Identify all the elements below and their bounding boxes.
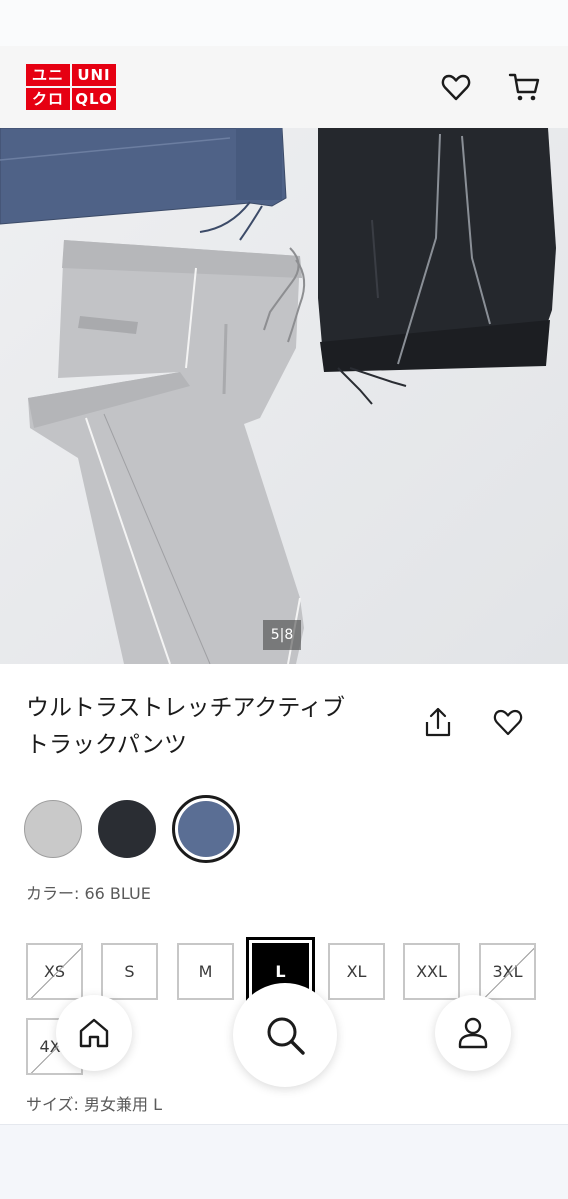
- heart-icon: [493, 709, 523, 736]
- size-option-label: XS: [43, 962, 66, 981]
- share-button[interactable]: [422, 706, 454, 738]
- size-option-label: XL: [346, 962, 367, 981]
- color-label: カラー: 66 BLUE: [26, 884, 151, 903]
- uniqlo-logo[interactable]: ユニ UNI クロ QLO: [26, 64, 116, 110]
- home-icon: [79, 1018, 109, 1048]
- wishlist-button[interactable]: [440, 71, 472, 103]
- color-swatch-black[interactable]: [98, 800, 156, 858]
- bottom-bar: [0, 1124, 568, 1199]
- account-button[interactable]: [435, 995, 511, 1071]
- size-option-xl[interactable]: XL: [328, 943, 385, 1000]
- search-icon: [267, 1017, 305, 1055]
- size-option-m[interactable]: M: [177, 943, 234, 1000]
- size-option-xxl[interactable]: XXL: [403, 943, 460, 1000]
- logo-cell: UNI: [72, 64, 116, 86]
- heart-icon: [441, 74, 471, 101]
- status-bar: [0, 0, 568, 46]
- size-option-label: L: [275, 962, 286, 981]
- logo-cell: ユニ: [26, 64, 70, 86]
- size-option-label: XXL: [416, 962, 447, 981]
- swatch-fill: [178, 801, 234, 857]
- product-title-line1: ウルトラストレッチアクティブ: [26, 695, 346, 721]
- color-swatches: [24, 795, 240, 863]
- size-option-label: S: [124, 962, 135, 981]
- size-option-3xl[interactable]: 3XL: [479, 943, 536, 1000]
- size-option-label: M: [198, 962, 213, 981]
- cart-icon: [508, 73, 540, 101]
- user-icon: [458, 1017, 488, 1049]
- logo-cell: クロ: [26, 88, 70, 110]
- home-button[interactable]: [56, 995, 132, 1071]
- cart-button[interactable]: [508, 71, 540, 103]
- logo-cell: QLO: [72, 88, 116, 110]
- size-option-s[interactable]: S: [101, 943, 158, 1000]
- size-option-label: 3XL: [492, 962, 523, 981]
- product-title-row: ウルトラストレッチアクティブ トラックパンツ: [26, 690, 546, 770]
- product-title-line2: トラックパンツ: [26, 732, 187, 758]
- share-icon: [425, 707, 451, 737]
- product-image[interactable]: [0, 128, 568, 664]
- product-title: ウルトラストレッチアクティブ トラックパンツ: [26, 690, 386, 764]
- size-option-xs[interactable]: XS: [26, 943, 83, 1000]
- pants-photo: [0, 128, 568, 664]
- size-label: サイズ: 男女兼用 L: [26, 1095, 162, 1114]
- color-swatch-gray[interactable]: [24, 800, 82, 858]
- favorite-button[interactable]: [492, 706, 524, 738]
- search-button[interactable]: [233, 983, 337, 1087]
- color-swatch-blue[interactable]: [172, 795, 240, 863]
- app-header: ユニ UNI クロ QLO: [0, 46, 568, 128]
- image-counter: 5|8: [263, 620, 301, 650]
